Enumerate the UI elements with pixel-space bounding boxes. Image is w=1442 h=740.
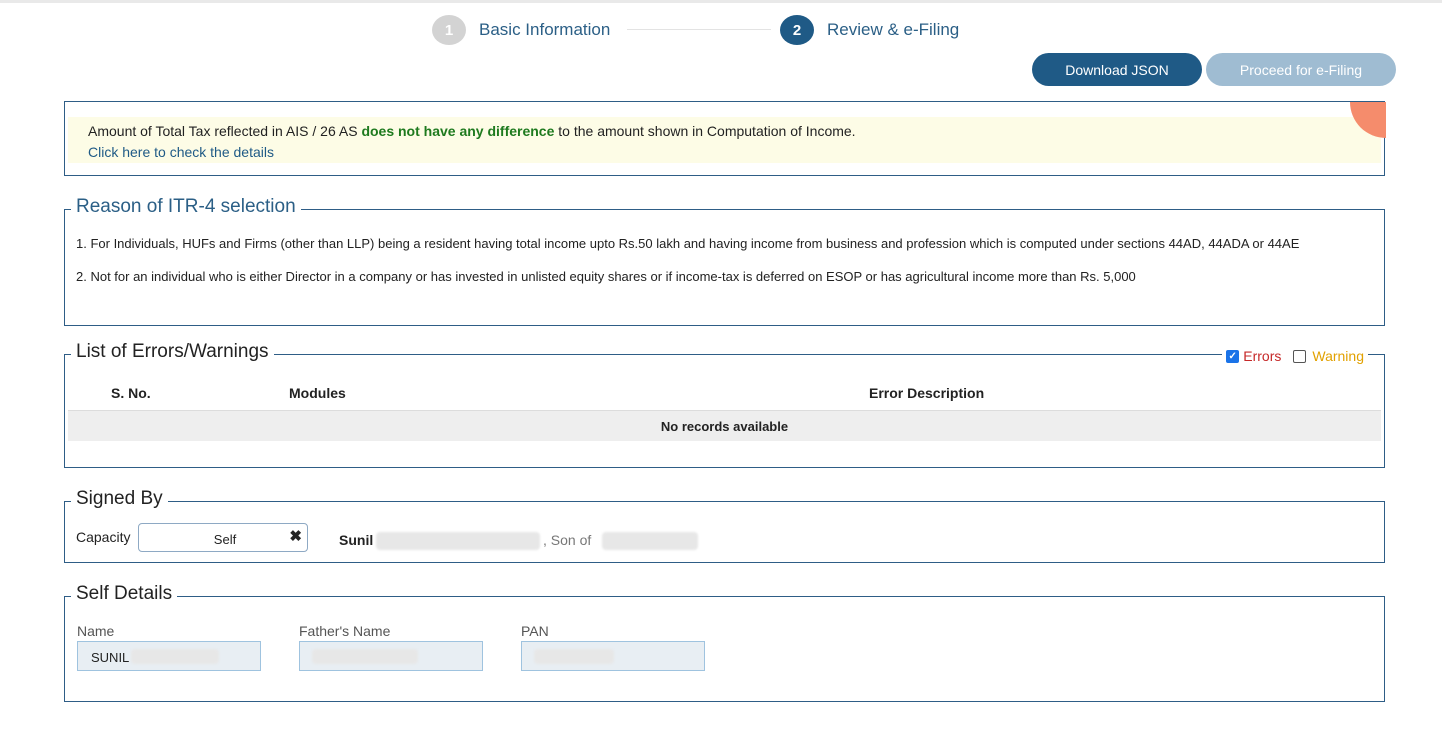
self-details-title: Self Details bbox=[71, 583, 178, 605]
name-label: Name bbox=[77, 623, 115, 639]
step-review-efiling[interactable]: 2 Review & e-Filing bbox=[780, 15, 959, 45]
proceed-efiling-button[interactable]: Proceed for e-Filing bbox=[1206, 53, 1396, 86]
tax-comparison-alert: Amount of Total Tax reflected in AIS / 2… bbox=[64, 101, 1386, 176]
alert-highlight: does not have any difference bbox=[361, 123, 555, 139]
alert-text-after: to the amount shown in Computation of In… bbox=[554, 123, 856, 139]
column-header-sno: S. No. bbox=[111, 385, 151, 401]
errors-title: List of Errors/Warnings bbox=[71, 341, 274, 363]
reason-item-1: 1. For Individuals, HUFs and Firms (othe… bbox=[76, 236, 1300, 251]
self-details-section: Self Details Name SUNIL Father's Name PA… bbox=[64, 583, 1385, 702]
redacted-name bbox=[131, 649, 219, 664]
redacted-surname bbox=[376, 532, 540, 550]
alert-text-before: Amount of Total Tax reflected in AIS / 2… bbox=[88, 123, 362, 139]
alert-message: Amount of Total Tax reflected in AIS / 2… bbox=[88, 123, 856, 139]
alert-content: Amount of Total Tax reflected in AIS / 2… bbox=[68, 117, 1381, 163]
son-of-label: , Son of bbox=[543, 532, 592, 548]
step-2-label: Review & e-Filing bbox=[827, 20, 960, 39]
stepper-connector bbox=[627, 29, 771, 30]
clear-icon[interactable]: ✖ bbox=[289, 527, 302, 545]
errors-warnings-section: List of Errors/Warnings ✓ Errors Warning… bbox=[64, 341, 1385, 468]
father-name-field[interactable] bbox=[299, 641, 483, 671]
reason-item-2: 2. Not for an individual who is either D… bbox=[76, 269, 1136, 284]
pan-label: PAN bbox=[521, 623, 549, 639]
errors-filter-label[interactable]: Errors bbox=[1243, 348, 1281, 364]
check-details-link[interactable]: Click here to check the details bbox=[88, 144, 274, 160]
name-value: SUNIL bbox=[91, 650, 130, 665]
step-basic-information[interactable]: 1 Basic Information bbox=[432, 15, 610, 45]
download-json-button[interactable]: Download JSON bbox=[1032, 53, 1202, 86]
capacity-label: Capacity bbox=[76, 529, 131, 545]
step-2-number: 2 bbox=[780, 15, 814, 45]
step-1-number: 1 bbox=[432, 15, 466, 45]
empty-table-row: No records available bbox=[68, 410, 1381, 441]
reason-section: Reason of ITR-4 selection 1. For Individ… bbox=[64, 196, 1385, 326]
redacted-father-name-value bbox=[312, 649, 418, 664]
name-field[interactable]: SUNIL bbox=[77, 641, 261, 671]
capacity-selected-value: Self bbox=[213, 532, 237, 547]
errors-checkbox[interactable]: ✓ bbox=[1226, 349, 1240, 363]
redacted-father-name bbox=[602, 532, 698, 550]
step-1-label: Basic Information bbox=[479, 20, 611, 39]
pan-field[interactable] bbox=[521, 641, 705, 671]
warning-filter-label[interactable]: Warning bbox=[1312, 348, 1364, 364]
capacity-select[interactable]: Self ✖ bbox=[138, 523, 308, 552]
reason-title: Reason of ITR-4 selection bbox=[71, 196, 301, 218]
column-header-error-description: Error Description bbox=[869, 385, 985, 401]
column-header-modules: Modules bbox=[289, 385, 346, 401]
warning-checkbox[interactable] bbox=[1293, 349, 1307, 363]
signer-name: Sunil bbox=[339, 532, 374, 548]
signed-by-title: Signed By bbox=[71, 488, 168, 510]
top-border bbox=[0, 0, 1442, 3]
father-name-label: Father's Name bbox=[299, 623, 391, 639]
error-filters: ✓ Errors Warning bbox=[1222, 348, 1368, 364]
redacted-pan-value bbox=[534, 649, 614, 664]
signed-by-section: Signed By Capacity Self ✖ Sunil , Son of bbox=[64, 488, 1385, 563]
